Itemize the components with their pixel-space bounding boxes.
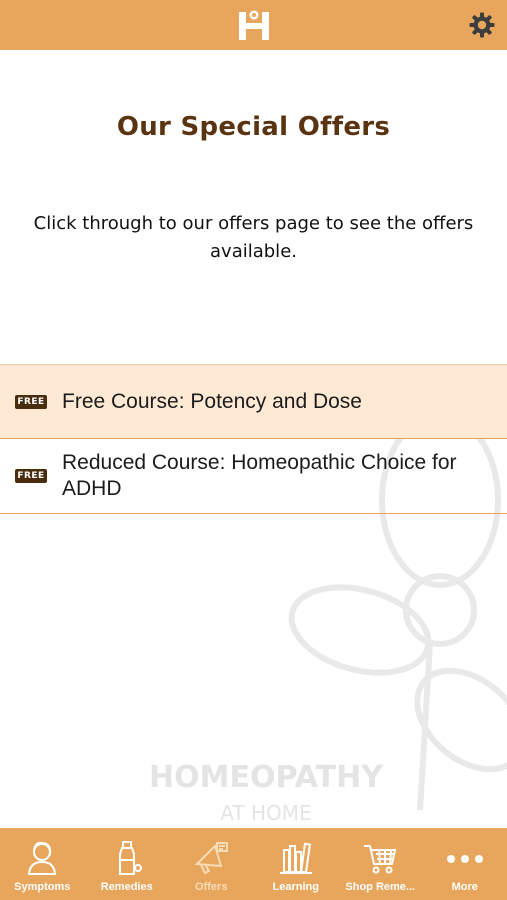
homeopathy-h-logo-icon [239,10,269,40]
tab-label: More [451,881,478,893]
page-subtitle: Click through to our offers page to see … [33,213,474,262]
tab-label: Remedies [100,881,153,893]
cart-icon [364,845,397,874]
offer-title: Reduced Course: Homeopathic Choice for A… [62,451,457,500]
tab-learning[interactable]: Learning [254,828,339,900]
watermark-tagline: AT HOME [220,801,311,825]
free-badge: FREE [15,469,47,483]
tab-label: Symptoms [14,881,71,893]
tab-remedies[interactable]: Remedies [85,828,170,900]
tab-more[interactable]: More [423,828,507,900]
top-bar [0,0,507,50]
free-badge: FREE [15,394,47,409]
megaphone-icon [195,842,229,875]
page-title: Our Special Offers [116,112,391,142]
person-icon [28,841,57,875]
tab-shop-remedies[interactable]: Shop Reme... [338,828,423,900]
offer-title: Free Course: Potency and Dose [62,389,362,413]
offers-page: HOMEOPATHY AT HOME Our Special Offers Cl… [0,50,507,828]
books-icon [279,842,312,874]
bottom-tab-bar: Symptoms Remedies Offers Learning Shop R… [0,828,507,900]
tab-label: Learning [272,881,319,893]
tab-label: Shop Reme... [345,881,416,893]
gear-icon[interactable] [469,12,495,38]
offer-item[interactable]: FREE Free Course: Potency and Dose [0,365,507,439]
tab-symptoms[interactable]: Symptoms [0,828,85,900]
tab-offers[interactable]: Offers [169,828,254,900]
bottle-icon [118,841,142,875]
watermark-brand: HOMEOPATHY [149,760,384,795]
more-dots-icon [446,855,483,863]
offers-list: FREE Free Course: Potency and Dose FREE … [0,364,507,514]
offer-item[interactable]: FREE Reduced Course: Homeopathic Choice … [0,439,507,514]
tab-label: Offers [195,881,228,893]
